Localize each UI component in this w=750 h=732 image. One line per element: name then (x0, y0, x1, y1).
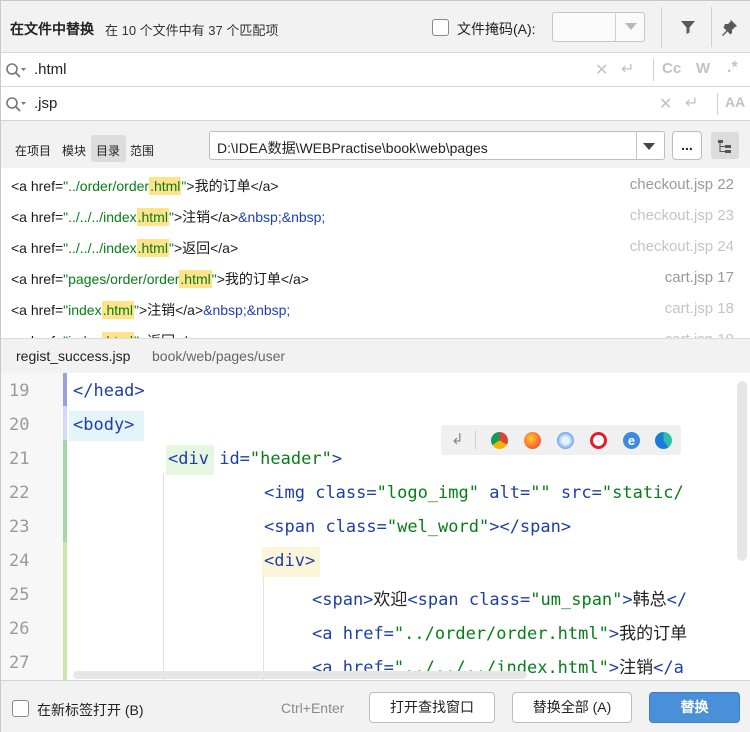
replace-button[interactable]: 替换 (649, 692, 740, 723)
match-stats: 在 10 个文件中有 37 个匹配项 (105, 23, 279, 38)
replace-all-button[interactable]: 替换全部 (A) (512, 692, 632, 723)
chrome-icon[interactable] (491, 432, 508, 449)
replace-input[interactable]: .jsp (34, 95, 57, 112)
result-code: <a href="pages/order/order.html">我的订单</a… (11, 270, 309, 288)
file-mask-label: 文件掩码(A): (457, 21, 536, 37)
horizontal-scrollbar[interactable] (73, 671, 527, 679)
match-highlight: .html (101, 301, 134, 319)
result-code: <a href="../../../index.html">注销</a>&nbs… (11, 208, 326, 226)
preserve-case-icon[interactable]: AA (725, 94, 745, 110)
vcs-change-marker (63, 406, 67, 440)
result-code: <a href="../order/order.html">我的订单</a> (11, 177, 279, 195)
search-input[interactable]: .html (34, 61, 67, 78)
code-line: <a href="../order/order.html">我的订单 (312, 624, 688, 644)
vertical-scrollbar[interactable] (737, 381, 747, 561)
result-location: cart.jsp 19 (665, 331, 734, 338)
match-highlight: .html (179, 270, 212, 288)
preview-file-name: regist_success.jsp (16, 348, 131, 364)
result-location: cart.jsp 17 (664, 269, 734, 286)
result-location: checkout.jsp 22 (629, 176, 734, 193)
dialog-footer: 在新标签打开 (B) Ctrl+Enter 打开查找窗口 替换全部 (A) 替换 (1, 680, 750, 732)
newline-icon[interactable]: ↵ (621, 59, 634, 79)
match-highlight: .html (149, 177, 182, 195)
line-number: 24 (9, 551, 30, 571)
tab-scope[interactable]: 范围 (130, 142, 154, 159)
safari-icon[interactable] (557, 432, 574, 449)
opera-icon[interactable] (590, 432, 607, 449)
vcs-change-marker (63, 542, 67, 680)
line-number: 19 (9, 381, 30, 401)
match-case-icon[interactable]: Cc (662, 60, 681, 77)
line-number: 26 (9, 619, 30, 639)
code-line: <div> (264, 551, 316, 571)
browse-button[interactable]: ... (672, 131, 702, 160)
tab-module[interactable]: 模块 (62, 142, 86, 159)
code-line: <img class="logo_img" alt="" src="static… (264, 483, 684, 503)
directory-path: D:\IDEA数据\WEBPractise\book\web\pages (217, 140, 488, 156)
shortcut-hint: Ctrl+Enter (281, 700, 345, 716)
search-row: .html ✕ ↵ Cc W .* (1, 53, 750, 87)
new-tab-checkbox[interactable] (12, 700, 29, 717)
result-row[interactable]: <a href="../../../index.html">注销</a>&nbs… (1, 199, 750, 230)
words-icon[interactable]: W (696, 60, 710, 77)
vcs-change-marker (63, 440, 67, 542)
line-number: 27 (9, 653, 30, 673)
code-line: <span class="wel_word"></span> (264, 517, 572, 537)
file-mask-combo[interactable] (552, 12, 645, 42)
match-highlight: .html (136, 208, 169, 226)
clear-replace-icon[interactable]: ✕ (659, 94, 672, 114)
tab-directory[interactable]: 目录 (96, 142, 120, 159)
new-tab-label: 在新标签打开 (B) (37, 702, 144, 718)
result-row[interactable]: <a href="index.html">注销</a>&nbsp;&nbsp; c… (1, 292, 750, 323)
search-history-icon[interactable] (5, 61, 27, 79)
code-line: </head> (73, 381, 145, 401)
chevron-down-icon (643, 143, 655, 150)
line-number: 21 (9, 449, 30, 469)
vcs-change-marker (63, 373, 67, 406)
replace-in-files-dialog: 在文件中替换 在 10 个文件中有 37 个匹配项 文件掩码(A): .html… (0, 0, 750, 732)
result-row[interactable]: <a href="pages/order/order.html">我的订单</a… (1, 261, 750, 292)
code-preview[interactable]: 19 </head> 20 <body> 21 <div id="header"> 22 <i… (1, 373, 750, 680)
open-find-window-button[interactable]: 打开查找窗口 (369, 692, 495, 723)
result-row[interactable]: <a href="../../../index.html">返回</a> chec… (1, 230, 750, 261)
chevron-down-icon (625, 23, 637, 30)
dialog-title: 在文件中替换 (10, 21, 94, 37)
clear-search-icon[interactable]: ✕ (595, 60, 608, 80)
file-mask-checkbox[interactable] (432, 19, 449, 36)
browser-preview-bar: ↲ e (441, 425, 681, 455)
pin-icon[interactable] (718, 16, 740, 38)
newline-icon[interactable]: ↵ (685, 93, 698, 113)
replace-row: .jsp ✕ ↵ AA (1, 87, 750, 121)
line-number: 25 (9, 585, 30, 605)
result-location: checkout.jsp 24 (629, 238, 734, 255)
result-location: checkout.jsp 23 (629, 207, 734, 224)
replace-history-icon[interactable] (5, 95, 27, 113)
ie-icon[interactable]: e (623, 432, 640, 449)
recursive-directory-icon[interactable] (711, 132, 739, 159)
line-number: 23 (9, 517, 30, 537)
match-highlight: .html (136, 239, 169, 257)
code-line: <div id="header"> (168, 449, 343, 469)
preview-header: regist_success.jsp book/web/pages/user (1, 338, 750, 373)
directory-combo[interactable]: D:\IDEA数据\WEBPractise\book\web\pages (209, 131, 665, 160)
result-code: <a href="index.html">返回</a> (11, 331, 203, 338)
line-number: 22 (9, 483, 30, 503)
line-number: 20 (9, 415, 30, 435)
result-code: <a href="../../../index.html">返回</a> (11, 239, 239, 257)
preview-file-dir: book/web/pages/user (152, 348, 286, 364)
results-list[interactable]: <a href="../order/order.html">我的订单</a> ch… (1, 168, 750, 338)
edge-icon[interactable] (655, 432, 672, 449)
regex-icon[interactable]: .* (727, 59, 738, 77)
firefox-icon[interactable] (524, 432, 541, 449)
code-line: <body> (73, 415, 135, 435)
result-row[interactable]: <a href="index.html">返回</a> cart.jsp 19 (1, 323, 750, 338)
code-line: <span>欢迎<span class="um_span">韩总</ (312, 590, 688, 610)
result-row[interactable]: <a href="../order/order.html">我的订单</a> ch… (1, 168, 750, 199)
tab-project[interactable]: 在项目 (15, 142, 51, 159)
result-code: <a href="index.html">注销</a>&nbsp;&nbsp; (11, 301, 291, 319)
wrap-icon[interactable]: ↲ (451, 430, 464, 448)
filter-icon[interactable] (677, 16, 699, 38)
dialog-header: 在文件中替换 在 10 个文件中有 37 个匹配项 文件掩码(A): (1, 1, 750, 53)
result-location: cart.jsp 18 (664, 300, 734, 317)
